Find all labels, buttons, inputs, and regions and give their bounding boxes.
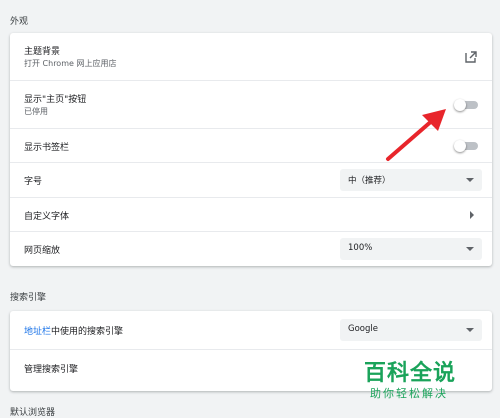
dropdown-arrow-icon <box>466 247 474 251</box>
watermark-logo: 百科全说 <box>364 361 457 386</box>
home-button-label: 显示"主页"按钮 <box>24 95 87 105</box>
font-size-select[interactable]: 中（推荐） <box>340 169 482 191</box>
theme-label: 主题背景 <box>24 47 61 57</box>
toggle-knob <box>454 139 466 152</box>
address-bar-label-rest: 中使用的搜索引擎 <box>51 327 124 337</box>
custom-fonts-label: 自定义字体 <box>24 212 70 222</box>
bookmarks-bar-toggle[interactable] <box>454 139 478 152</box>
page-zoom-select[interactable]: 100% <box>340 238 482 260</box>
open-in-new-icon[interactable] <box>464 50 478 64</box>
section-title-appearance: 外观 <box>10 17 29 27</box>
watermark-subtitle: 助你轻松解决 <box>370 387 448 400</box>
home-button-status: 已停用 <box>24 107 48 116</box>
chevron-right-icon <box>470 210 474 219</box>
section-title-default-browser: 默认浏览器 <box>10 408 56 418</box>
address-bar-engine-label: 地址栏中使用的搜索引擎 <box>24 324 123 337</box>
home-button-toggle[interactable] <box>454 98 478 111</box>
address-bar-link[interactable]: 地址栏 <box>24 327 51 337</box>
annotation-arrow-icon <box>386 109 446 161</box>
page-zoom-value: 100% <box>348 243 373 253</box>
search-engine-value: Google <box>348 324 378 334</box>
page-zoom-label: 网页缩放 <box>24 246 61 256</box>
theme-sublabel: 打开 Chrome 网上应用店 <box>24 59 117 68</box>
bookmarks-bar-label: 显示书签栏 <box>24 143 70 153</box>
address-bar-engine-row: 地址栏中使用的搜索引擎 Google <box>10 311 492 349</box>
font-size-label: 字号 <box>24 177 43 187</box>
search-engine-select[interactable]: Google <box>340 319 482 341</box>
manage-search-engines-label: 管理搜索引擎 <box>24 365 79 375</box>
page-zoom-row: 网页缩放 100% <box>10 231 492 266</box>
watermark: 百科全说 助你轻松解决 <box>364 349 494 409</box>
toggle-knob <box>454 98 466 111</box>
theme-row[interactable]: 主题背景 打开 Chrome 网上应用店 <box>10 33 492 80</box>
font-size-value: 中（推荐） <box>348 176 391 186</box>
custom-fonts-row[interactable]: 自定义字体 <box>10 197 492 231</box>
font-size-row: 字号 中（推荐） <box>10 162 492 197</box>
dropdown-arrow-icon <box>466 178 474 182</box>
section-title-search-engine: 搜索引擎 <box>10 293 47 303</box>
dropdown-arrow-icon <box>466 328 474 332</box>
